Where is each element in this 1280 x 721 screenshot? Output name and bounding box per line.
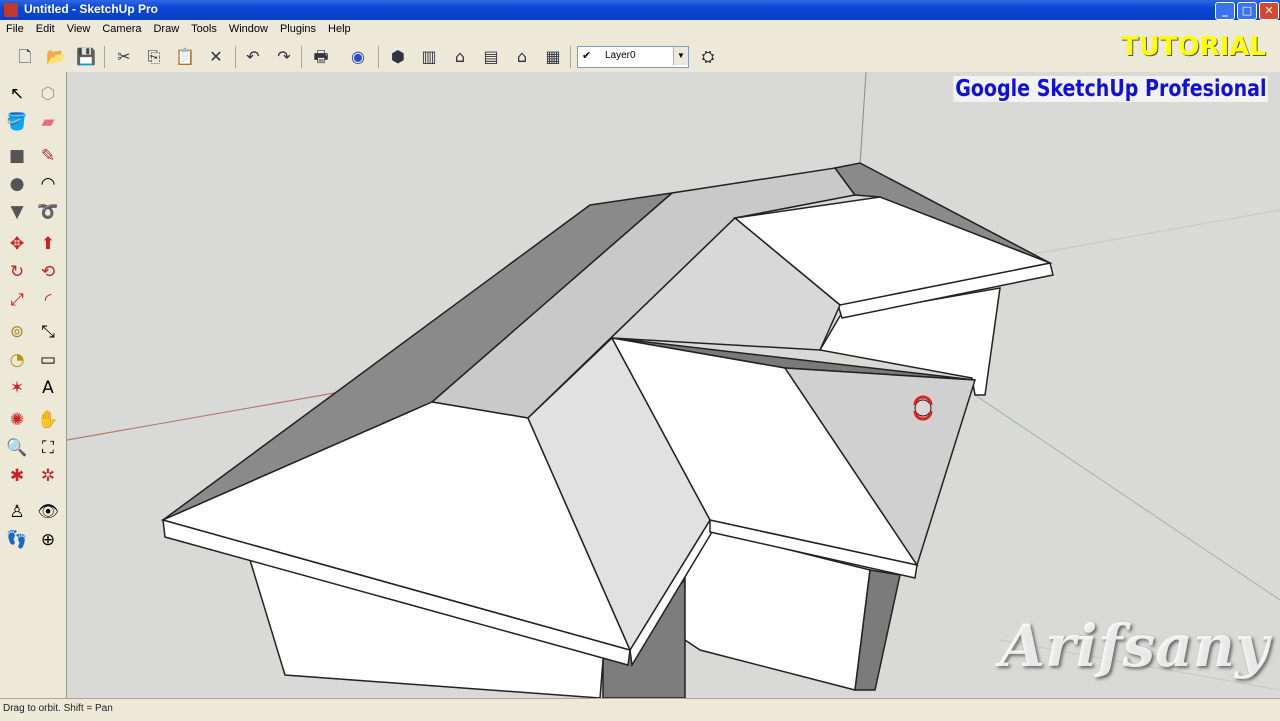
print-icon[interactable]: 🖶 bbox=[310, 46, 332, 68]
pencil-line-icon[interactable]: ✎ bbox=[36, 144, 60, 168]
minimize-button[interactable]: _ bbox=[1215, 2, 1235, 20]
dimension-tool-icon[interactable]: ⤡ bbox=[36, 320, 60, 344]
erase-icon[interactable]: ✕ bbox=[205, 46, 227, 68]
protractor-icon[interactable]: ◔ bbox=[5, 348, 29, 372]
chevron-down-icon[interactable]: ▼ bbox=[673, 47, 688, 65]
tape-measure-icon[interactable]: ⊚ bbox=[5, 320, 29, 344]
tutorial-caption: TUTORIAL bbox=[1120, 32, 1266, 62]
new-file-icon[interactable]: 🗋 bbox=[14, 46, 36, 68]
paste-icon[interactable]: 📋 bbox=[174, 46, 196, 68]
menu-edit[interactable]: Edit bbox=[30, 20, 61, 35]
copy-icon[interactable]: ⎘ bbox=[143, 46, 165, 68]
maximize-button[interactable]: □ bbox=[1237, 2, 1257, 20]
make-component-icon[interactable]: ⬡ bbox=[36, 82, 60, 106]
offset-tool-icon[interactable]: ◜ bbox=[36, 288, 60, 312]
layer-value: Layer0 bbox=[605, 50, 636, 61]
menu-window[interactable]: Window bbox=[223, 20, 274, 35]
circle-tool-icon[interactable]: ● bbox=[5, 172, 29, 196]
polygon-tool-icon[interactable]: ▼ bbox=[5, 200, 29, 224]
front-view-icon[interactable]: ⌂ bbox=[449, 46, 471, 68]
move-tool-icon[interactable]: ✥ bbox=[5, 232, 29, 256]
menu-file[interactable]: File bbox=[0, 20, 30, 35]
orbit-tool-icon[interactable]: ✺ bbox=[5, 408, 29, 432]
redo-icon[interactable]: ↷ bbox=[273, 46, 295, 68]
push-pull-icon[interactable]: ⬆ bbox=[36, 232, 60, 256]
menu-tools[interactable]: Tools bbox=[185, 20, 223, 35]
menu-help[interactable]: Help bbox=[322, 20, 357, 35]
model-viewport[interactable] bbox=[67, 72, 1280, 698]
arc-tool-icon[interactable]: ◠ bbox=[36, 172, 60, 196]
top-view-icon[interactable]: ▥ bbox=[418, 46, 440, 68]
follow-me-icon[interactable]: ⟲ bbox=[36, 260, 60, 284]
menu-draw[interactable]: Draw bbox=[147, 20, 185, 35]
cut-icon[interactable]: ✂ bbox=[113, 46, 135, 68]
status-bar: Drag to orbit. Shift = Pan bbox=[0, 698, 1280, 721]
right-view-icon[interactable]: ▤ bbox=[480, 46, 502, 68]
layer-dropdown[interactable]: ✔ Layer0 ▼ bbox=[577, 46, 689, 68]
rotate-tool-icon[interactable]: ↻ bbox=[5, 260, 29, 284]
menu-bar: File Edit View Camera Draw Tools Window Plugins… bbox=[0, 20, 1280, 40]
rectangle-tool-icon[interactable]: ■ bbox=[5, 144, 29, 168]
select-tool-icon[interactable]: ↖ bbox=[5, 82, 29, 106]
walk-tool-icon[interactable]: 👣 bbox=[5, 528, 29, 552]
text-tool-icon[interactable]: ▭ bbox=[36, 348, 60, 372]
menu-plugins[interactable]: Plugins bbox=[274, 20, 322, 35]
author-watermark: Arifsany bbox=[1000, 612, 1269, 680]
back-view-icon[interactable]: ⌂ bbox=[511, 46, 533, 68]
paint-bucket-icon[interactable]: 🪣 bbox=[5, 110, 29, 134]
menu-camera[interactable]: Camera bbox=[96, 20, 147, 35]
zoom-extents-icon[interactable]: ✱ bbox=[5, 464, 29, 488]
section-plane-icon[interactable]: ⊕ bbox=[36, 528, 60, 552]
open-file-icon[interactable]: 📂 bbox=[45, 46, 67, 68]
title-bar: Untitled - SketchUp Pro _ □ ✕ bbox=[0, 0, 1280, 20]
iso-view-icon[interactable]: ⬢ bbox=[387, 46, 409, 68]
model-info-icon[interactable]: ◉ bbox=[347, 46, 369, 68]
undo-icon[interactable]: ↶ bbox=[242, 46, 264, 68]
layer-manager-icon[interactable]: ⛭ bbox=[697, 46, 719, 68]
position-camera-icon[interactable]: ♙ bbox=[5, 500, 29, 524]
zoom-tool-icon[interactable]: 🔍 bbox=[5, 436, 29, 460]
previous-view-icon[interactable]: ✲ bbox=[36, 464, 60, 488]
look-around-icon[interactable]: 👁 bbox=[36, 500, 60, 524]
roof-model-drawing bbox=[67, 72, 1280, 698]
left-view-icon[interactable]: ▦ bbox=[542, 46, 564, 68]
save-icon[interactable]: 💾 bbox=[75, 46, 97, 68]
zoom-window-icon[interactable]: ⛶ bbox=[36, 436, 60, 460]
3d-text-icon[interactable]: A bbox=[36, 376, 60, 400]
scale-tool-icon[interactable]: ⤢ bbox=[5, 288, 29, 312]
window-title: Untitled - SketchUp Pro bbox=[24, 2, 159, 16]
checkmark-icon: ✔ bbox=[582, 50, 592, 62]
menu-view[interactable]: View bbox=[61, 20, 97, 35]
tutorial-subtitle: Google SketchUp Profesional bbox=[953, 76, 1268, 102]
eraser-icon[interactable]: ▰ bbox=[36, 110, 60, 134]
axes-tool-icon[interactable]: ✶ bbox=[5, 376, 29, 400]
orbit-cursor bbox=[913, 395, 933, 421]
tool-palette: ↖ ⬡ 🪣 ▰ ■ ✎ ● ◠ ▼ ➰ ✥ ⬆ ↻ ⟲ ⤢ ◜ ⊚ ⤡ ◔ ▭ … bbox=[0, 72, 67, 698]
freehand-tool-icon[interactable]: ➰ bbox=[36, 200, 60, 224]
status-text: Drag to orbit. Shift = Pan bbox=[3, 703, 113, 714]
sketchup-app-icon bbox=[4, 3, 18, 17]
close-button[interactable]: ✕ bbox=[1259, 2, 1279, 20]
pan-tool-icon[interactable]: ✋ bbox=[36, 408, 60, 432]
